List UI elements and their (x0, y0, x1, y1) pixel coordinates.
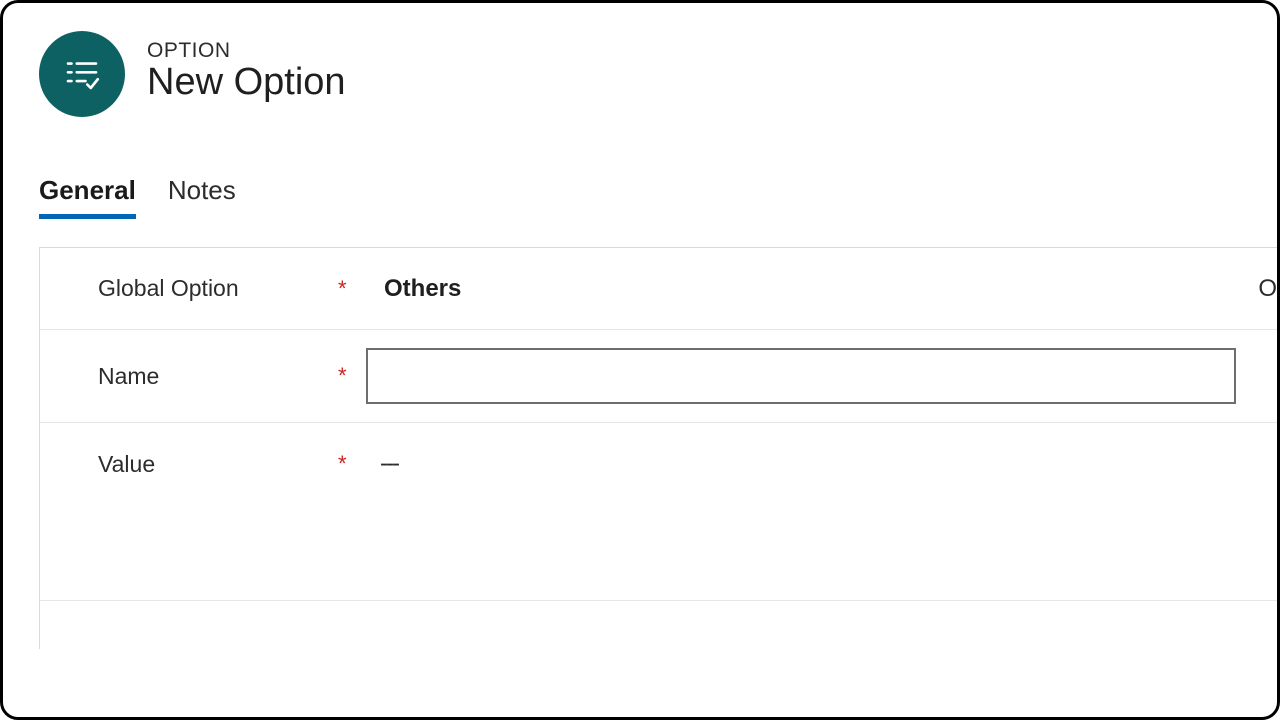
value-control[interactable]: --- (366, 450, 1277, 478)
title-block: OPTION New Option (147, 31, 346, 104)
entity-type-label: OPTION (147, 39, 346, 63)
tab-notes[interactable]: Notes (168, 175, 236, 219)
global-option-value: Others (384, 275, 461, 303)
field-row-value: Value * --- (40, 423, 1277, 505)
form-bottom-row (40, 601, 1277, 649)
field-row-global-option: Global Option * Others O (40, 248, 1277, 330)
value-placeholder: --- (380, 450, 398, 478)
required-asterisk: * (338, 363, 366, 389)
global-option-trailing-icon[interactable]: O (1258, 275, 1277, 303)
form-spacer (40, 505, 1277, 601)
name-input[interactable] (366, 348, 1236, 404)
name-label: Name (98, 363, 338, 390)
form-header: OPTION New Option (3, 3, 1277, 117)
option-form-window: OPTION New Option General Notes Global O… (0, 0, 1280, 720)
tab-strip: General Notes (3, 117, 1277, 219)
global-option-label: Global Option (98, 275, 338, 302)
general-form-panel: Global Option * Others O Name * Value * … (39, 247, 1277, 649)
value-label: Value (98, 451, 338, 478)
required-asterisk: * (338, 276, 366, 302)
required-asterisk: * (338, 451, 366, 477)
global-option-control[interactable]: Others (366, 275, 1277, 303)
page-title: New Option (147, 61, 346, 104)
field-row-name: Name * (40, 330, 1277, 423)
option-list-icon (39, 31, 125, 117)
tab-general[interactable]: General (39, 175, 136, 219)
